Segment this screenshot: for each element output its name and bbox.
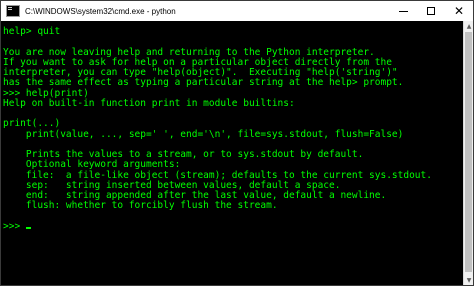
cmd-app-icon[interactable] [6, 5, 20, 17]
window-controls: ✕ [389, 1, 473, 21]
title-bar[interactable]: C:\WINDOWS\system32\cmd.exe - python ✕ [1, 1, 473, 21]
vertical-scrollbar[interactable]: ▲ ▼ [463, 21, 473, 285]
console-lines: help> quit You are now leaving help and r… [3, 26, 432, 232]
maximize-icon [427, 7, 435, 15]
close-button[interactable]: ✕ [445, 1, 473, 21]
console-output[interactable]: help> quit You are now leaving help and r… [1, 21, 463, 285]
minimize-icon [398, 10, 408, 12]
minimize-button[interactable] [389, 1, 417, 21]
scroll-down-arrow-icon[interactable]: ▼ [464, 275, 474, 285]
console-line-text: >>> [3, 220, 21, 232]
console-line: print(value, ..., sep=' ', end='\n', fil… [3, 128, 432, 140]
cmd-window: C:\WINDOWS\system32\cmd.exe - python ✕ h… [0, 0, 474, 286]
console-line-text: Help on built-in function print in modul… [3, 97, 295, 109]
console-line: help> quit [3, 26, 432, 37]
console-line: Help on built-in function print in modul… [3, 97, 432, 109]
close-icon: ✕ [453, 4, 465, 18]
window-title: C:\WINDOWS\system32\cmd.exe - python [25, 6, 176, 16]
console-line: flush: whether to forcibly flush the str… [3, 201, 432, 211]
console-line: >>> [3, 220, 432, 232]
scroll-up-arrow-icon[interactable]: ▲ [464, 21, 474, 31]
scrollbar-thumb[interactable] [465, 32, 472, 272]
maximize-button[interactable] [417, 1, 445, 21]
text-cursor [26, 226, 32, 229]
console-line-text: print(value, ..., sep=' ', end='\n', fil… [3, 128, 404, 140]
console-line-text: help> quit [3, 26, 61, 37]
console-line-text: flush: whether to forcibly flush the str… [3, 200, 278, 212]
